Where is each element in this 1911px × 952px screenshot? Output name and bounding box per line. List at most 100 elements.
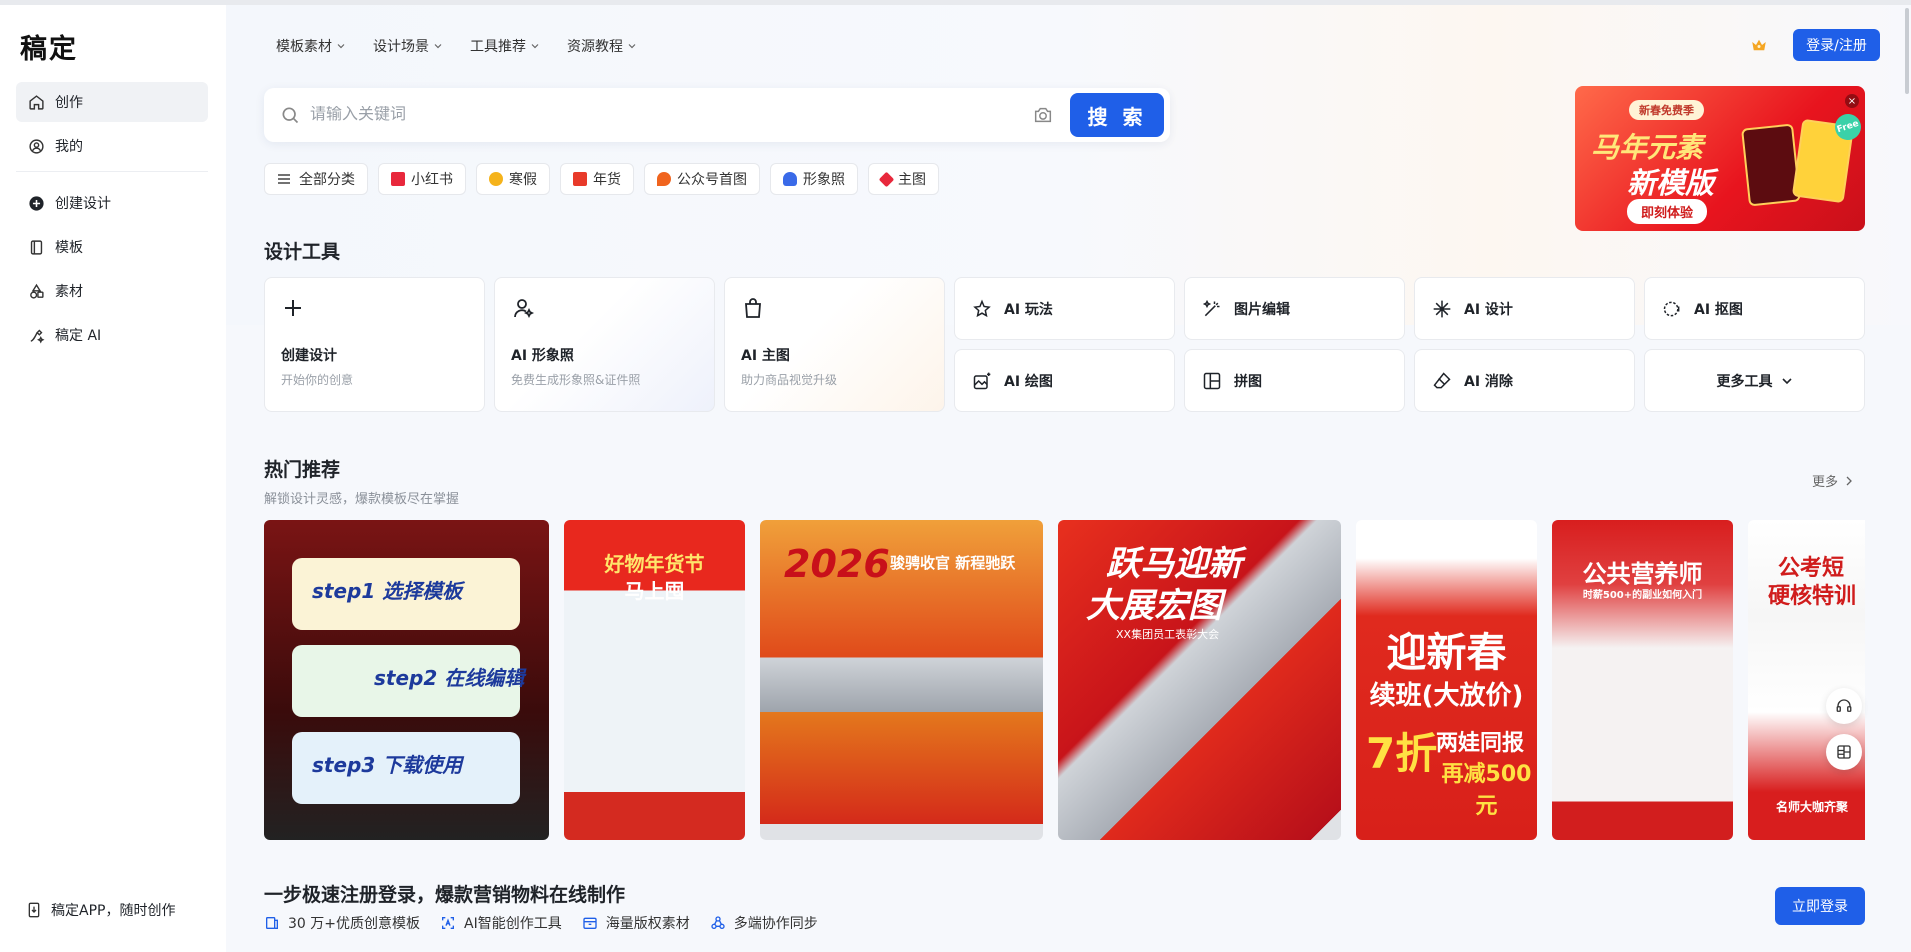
- menu-icon: [278, 174, 290, 184]
- tool-create-design[interactable]: 创建设计 开始你的创意: [264, 277, 485, 412]
- customer-service-button[interactable]: [1826, 688, 1862, 724]
- card-text: 续班(大放价): [1369, 681, 1524, 711]
- template-card[interactable]: 2026 骏骋收官 新程驰跃: [760, 520, 1043, 840]
- close-icon[interactable]: ×: [1845, 94, 1859, 108]
- tool-label: AI 玩法: [1004, 301, 1053, 318]
- sidebar-item-label: 我的: [55, 139, 83, 155]
- card-text: 名师大咖齐聚: [1776, 800, 1849, 814]
- tool-ai-portrait[interactable]: AI 形象照 免费生成形象照&证件照: [494, 277, 715, 412]
- chip-label: 形象照: [803, 172, 845, 188]
- layout-panel-button[interactable]: [1826, 734, 1862, 770]
- download-app-label: 稿定APP，随时创作: [51, 903, 176, 919]
- search-input[interactable]: [310, 106, 1032, 124]
- feature-label: 30 万+优质创意模板: [288, 916, 420, 932]
- sidebar-item-ai[interactable]: 稿定 AI: [16, 315, 208, 355]
- feature-label: 多端协作同步: [733, 916, 818, 932]
- banner-tag: 新春免费季: [1629, 100, 1704, 120]
- template-card[interactable]: 跃马迎新 大展宏图 XX集团员工表彰大会: [1058, 520, 1341, 840]
- topnav-scenes[interactable]: 设计场景: [373, 36, 443, 56]
- search-button[interactable]: 搜 索: [1070, 93, 1164, 137]
- feature-multi-device: 多端协作同步: [710, 913, 818, 933]
- feature-copyright-assets: 海量版权素材: [582, 913, 690, 933]
- tool-desc: 免费生成形象照&证件照: [511, 373, 641, 387]
- banner-cta: 即刻体验: [1627, 199, 1708, 224]
- chip-all-categories[interactable]: 全部分类: [264, 163, 368, 195]
- download-app-link[interactable]: 稿定APP，随时创作: [26, 900, 175, 920]
- login-register-button[interactable]: 登录/注册: [1793, 29, 1880, 61]
- template-icon: [30, 239, 43, 255]
- tool-ai-eraser[interactable]: AI 消除: [1414, 349, 1635, 412]
- sidebar-divider: [16, 171, 208, 172]
- magic-wand-icon: [1202, 299, 1220, 316]
- eraser-icon: [1433, 371, 1451, 388]
- login-now-button[interactable]: 立即登录: [1775, 887, 1865, 925]
- topnav-label: 资源教程: [567, 39, 623, 55]
- template-card[interactable]: 迎新春 续班(大放价) 7折 两娃同报 再减500元: [1356, 520, 1537, 840]
- template-card[interactable]: 公共营养师 时薪500+的副业如何入门: [1552, 520, 1733, 840]
- plus-circle-icon: [29, 195, 44, 211]
- card-text: 再减500元: [1441, 762, 1532, 819]
- chip-label: 小红书: [411, 172, 453, 188]
- template-card[interactable]: 公考短 硬核特训 名师大咖齐聚: [1748, 520, 1865, 840]
- tool-ai-drawing[interactable]: AI 绘图: [954, 349, 1175, 412]
- card-text: step3 下载使用: [312, 753, 463, 777]
- card-text: 硬核特训: [1768, 584, 1857, 609]
- chip-label: 主图: [898, 172, 926, 188]
- chip-wechat-cover[interactable]: 公众号首图: [644, 163, 760, 195]
- sidebar: 稿定 创作 我的 创建设计 模板 素材 稿定 AI 稿定APP，随时创作: [0, 5, 226, 952]
- chip-new-year-goods[interactable]: 年货: [560, 163, 634, 195]
- tool-title: AI 主图: [741, 348, 790, 364]
- camera-icon[interactable]: [1032, 104, 1054, 126]
- card-text: 时薪500+的副业如何入门: [1582, 590, 1703, 601]
- sparkle-icon: [1433, 300, 1451, 317]
- sync-icon: [711, 916, 725, 929]
- sidebar-item-materials[interactable]: 素材: [16, 271, 208, 311]
- topnav-tools[interactable]: 工具推荐: [470, 36, 540, 56]
- home-icon: [29, 94, 44, 110]
- layout-grid-icon: [1837, 745, 1851, 759]
- topnav-resources[interactable]: 资源教程: [567, 36, 637, 56]
- tools-section-title: 设计工具: [264, 241, 341, 263]
- tool-ai-cutout[interactable]: AI 抠图: [1644, 277, 1865, 340]
- more-link[interactable]: 更多: [1812, 471, 1854, 490]
- sidebar-item-create-design[interactable]: 创建设计: [16, 183, 208, 223]
- person-icon: [783, 172, 797, 186]
- plus-icon: [285, 300, 301, 316]
- sidebar-item-label: 创作: [55, 95, 83, 111]
- chevron-down-icon: [628, 44, 636, 49]
- tool-collage[interactable]: 拼图: [1184, 349, 1405, 412]
- user-circle-icon: [29, 138, 44, 154]
- crown-icon[interactable]: [1750, 36, 1768, 54]
- pin-icon: [878, 171, 895, 187]
- image-sparkle-icon: [973, 372, 991, 389]
- topnav-label: 模板素材: [276, 39, 332, 55]
- chip-winter-break[interactable]: 寒假: [476, 163, 550, 195]
- feature-templates: 30 万+优质创意模板: [264, 913, 420, 933]
- template-card[interactable]: 好物年货节 马上囤: [564, 520, 745, 840]
- template-card[interactable]: step1 选择模板 step2 在线编辑 step3 下载使用: [264, 520, 549, 840]
- more-tools-button[interactable]: 更多工具: [1644, 349, 1865, 412]
- tool-ai-play[interactable]: AI 玩法: [954, 277, 1175, 340]
- chevron-down-icon: [531, 44, 539, 49]
- chip-xiaohongshu[interactable]: 小红书: [378, 163, 466, 195]
- tool-ai-design[interactable]: AI 设计: [1414, 277, 1635, 340]
- sidebar-item-templates[interactable]: 模板: [16, 227, 208, 267]
- scrollbar[interactable]: [1905, 8, 1909, 94]
- card-text: 两娃同报: [1436, 731, 1525, 756]
- tool-title: AI 形象照: [511, 348, 574, 364]
- tool-ai-main-image[interactable]: AI 主图 助力商品视觉升级: [724, 277, 945, 412]
- brand-logo[interactable]: 稿定: [20, 27, 78, 66]
- collage-icon: [1203, 372, 1221, 389]
- sidebar-item-mine[interactable]: 我的: [16, 126, 208, 166]
- chip-portrait[interactable]: 形象照: [770, 163, 858, 195]
- tool-image-edit[interactable]: 图片编辑: [1184, 277, 1405, 340]
- topnav-templates[interactable]: 模板素材: [276, 36, 346, 56]
- sun-icon: [489, 172, 503, 186]
- promo-banner[interactable]: 新春免费季 马年元素 新模版 即刻体验 Free ×: [1575, 86, 1865, 231]
- sidebar-item-label: 素材: [55, 284, 83, 300]
- book-icon: [391, 172, 405, 186]
- chip-main-image[interactable]: 主图: [868, 163, 939, 195]
- tool-label: 更多工具: [1716, 373, 1773, 390]
- tool-desc: 助力商品视觉升级: [741, 373, 838, 387]
- sidebar-item-create[interactable]: 创作: [16, 82, 208, 122]
